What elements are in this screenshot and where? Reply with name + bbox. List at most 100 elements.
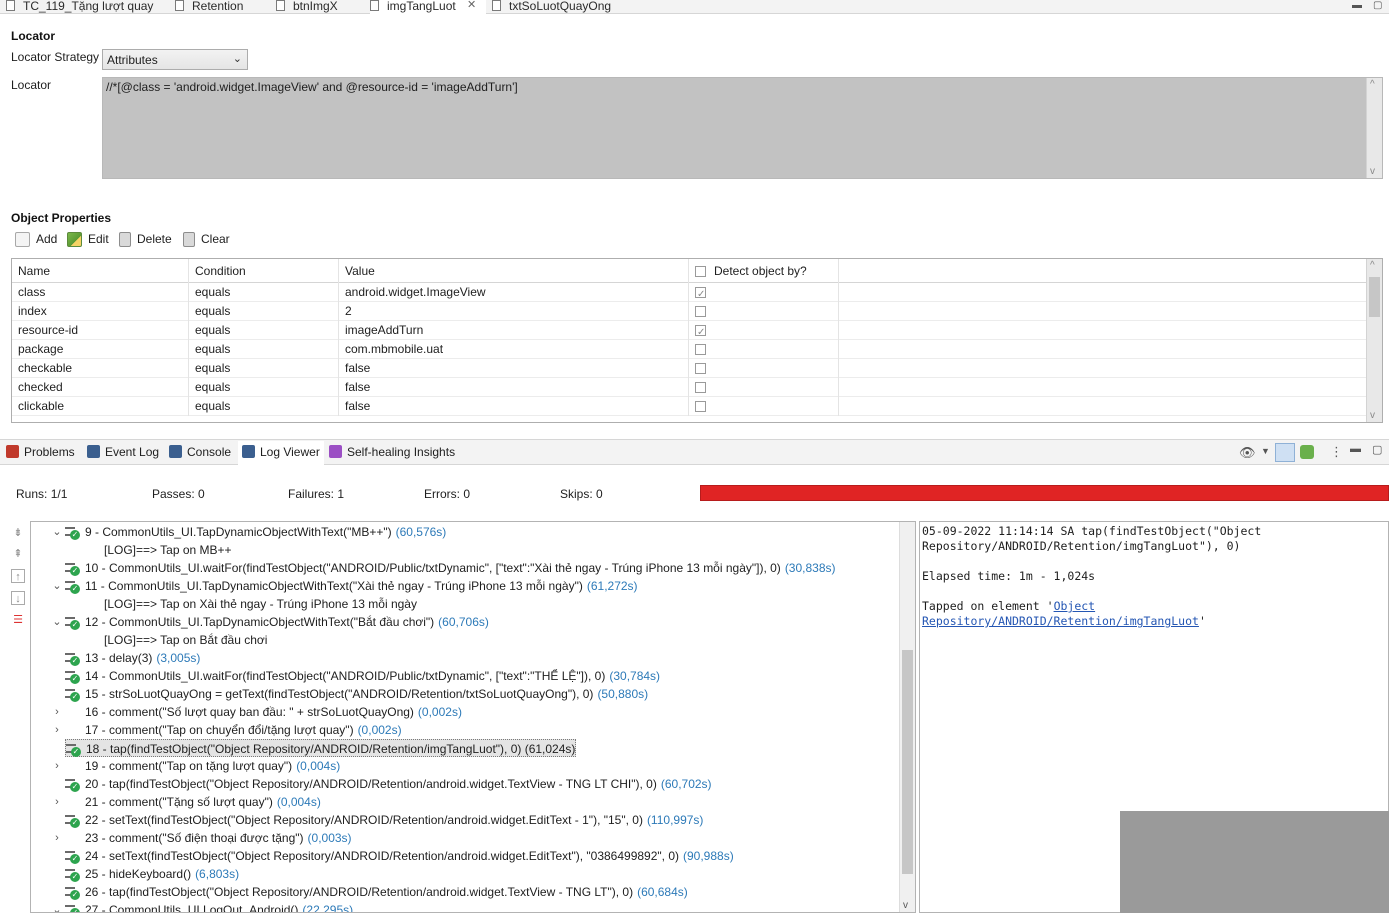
cell-condition[interactable]: equals <box>189 378 339 397</box>
minimize-icon[interactable]: ▬ <box>1352 0 1362 11</box>
chevron-down-icon[interactable]: ⌄ <box>51 577 63 595</box>
table-row[interactable]: checked equals false <box>12 378 1366 397</box>
column-header-name[interactable]: Name <box>12 259 189 283</box>
editor-tab[interactable]: btnImgX <box>276 0 356 14</box>
log-row[interactable]: › 17 - comment("Tap on chuyển đổi/tặng lư… <box>55 721 401 739</box>
log-row[interactable]: › 16 - comment("Số lượt quay ban đầu: " +… <box>55 703 462 721</box>
cell-value[interactable]: 2 <box>339 302 689 321</box>
scroll-up-icon[interactable]: ^ <box>1370 79 1375 90</box>
cell-condition[interactable]: equals <box>189 359 339 378</box>
column-header-condition[interactable]: Condition <box>189 259 339 283</box>
column-header-value[interactable]: Value <box>339 259 689 283</box>
add-button[interactable]: Add <box>15 232 57 250</box>
scroll-thumb[interactable] <box>1369 277 1380 317</box>
locator-strategy-select[interactable]: Attributes ⌄ <box>102 49 248 70</box>
log-row[interactable]: ⌄ ✓ 11 - CommonUtils_UI.TapDynamicObjectWi… <box>52 577 638 595</box>
delete-button[interactable]: Delete <box>119 232 172 250</box>
log-row[interactable]: ✓ 14 - CommonUtils_UI.waitFor(findTestObj… <box>65 667 660 685</box>
chevron-down-icon[interactable]: ⌄ <box>51 523 63 541</box>
log-tree-scrollbar[interactable]: v <box>899 522 915 912</box>
table-row[interactable]: class equals android.widget.ImageView <box>12 283 1366 304</box>
tree-view-icon[interactable] <box>1275 443 1295 462</box>
scroll-down-icon[interactable]: v <box>1370 410 1375 421</box>
editor-tab-active[interactable]: imgTangLuot ✕ <box>370 0 486 14</box>
expand-all-icon[interactable]: ⇞ <box>11 547 25 561</box>
cell-name[interactable]: checked <box>12 378 189 397</box>
chevron-right-icon[interactable]: › <box>51 721 63 739</box>
scroll-down-icon[interactable]: v <box>1370 166 1375 177</box>
editor-tab[interactable]: TC_119_Tặng lượt quay <box>6 0 166 14</box>
detect-checkbox[interactable] <box>695 363 706 375</box>
chevron-right-icon[interactable]: › <box>51 703 63 721</box>
cell-name[interactable]: clickable <box>12 397 189 416</box>
log-row[interactable]: ✓ 26 - tap(findTestObject("Object Reposit… <box>65 883 688 901</box>
cell-value[interactable]: false <box>339 397 689 416</box>
cell-value[interactable]: false <box>339 378 689 397</box>
cell-value[interactable]: false <box>339 359 689 378</box>
locator-textarea[interactable]: //*[@class = 'android.widget.ImageView' … <box>102 77 1383 179</box>
tab-problems[interactable]: Problems <box>6 445 75 459</box>
clear-button[interactable]: Clear <box>183 232 230 250</box>
cell-name[interactable]: class <box>12 283 189 302</box>
log-row[interactable]: ✓ 22 - setText(findTestObject("Object Rep… <box>65 811 703 829</box>
maximize-icon[interactable]: ▢ <box>1373 0 1382 11</box>
log-row[interactable]: › 23 - comment("Số điện thoại được tặng")… <box>55 829 351 847</box>
column-header-detect[interactable]: Detect object by? <box>689 259 839 283</box>
table-row[interactable]: checkable equals false <box>12 359 1366 378</box>
cell-condition[interactable]: equals <box>189 321 339 340</box>
log-row[interactable]: › 19 - comment("Tap on tặng lượt quay") (0… <box>55 757 340 775</box>
cell-name[interactable]: package <box>12 340 189 359</box>
table-scrollbar[interactable]: ^ v <box>1366 259 1382 422</box>
cell-value[interactable]: imageAddTurn <box>339 321 689 340</box>
cell-value[interactable]: android.widget.ImageView <box>339 283 689 302</box>
object-link[interactable]: Object <box>1054 599 1096 613</box>
log-row[interactable]: ✓ 24 - setText(findTestObject("Object Rep… <box>65 847 734 865</box>
table-row[interactable]: index equals 2 <box>12 302 1366 321</box>
log-row[interactable]: ✓ 25 - hideKeyboard() (6,803s) <box>65 865 239 883</box>
scroll-up-icon[interactable]: ^ <box>1370 260 1375 271</box>
table-row[interactable]: clickable equals false <box>12 397 1366 416</box>
maximize-icon[interactable]: ▢ <box>1372 443 1382 456</box>
log-row[interactable]: ⌄ ✓ 9 - CommonUtils_UI.TapDynamicObjectWit… <box>52 523 446 541</box>
select-all-checkbox[interactable] <box>695 266 706 278</box>
detect-checkbox[interactable] <box>695 382 706 394</box>
log-row[interactable]: ✓ 15 - strSoLuotQuayOng = getText(findTes… <box>65 685 648 703</box>
cell-condition[interactable]: equals <box>189 340 339 359</box>
log-row[interactable]: [LOG]==> Tap on MB++ <box>104 541 232 559</box>
chevron-right-icon[interactable]: › <box>51 793 63 811</box>
close-icon[interactable]: ✕ <box>467 0 476 11</box>
chevron-down-icon[interactable]: ▼ <box>1261 446 1270 456</box>
cell-condition[interactable]: equals <box>189 397 339 416</box>
editor-tab[interactable]: Retention <box>175 0 265 14</box>
cell-name[interactable]: resource-id <box>12 321 189 340</box>
next-icon[interactable]: ↓ <box>11 591 25 605</box>
log-row[interactable]: › 21 - comment("Tặng số lượt quay") (0,004… <box>55 793 321 811</box>
log-row[interactable]: ⌄ ✓ 27 - CommonUtils_UI.LogOut_Android() (2… <box>52 901 353 912</box>
collapse-all-icon[interactable]: ⇟ <box>11 526 25 540</box>
cell-condition[interactable]: equals <box>189 302 339 321</box>
object-link[interactable]: Repository/ANDROID/Retention/imgTangLuot <box>922 614 1199 628</box>
log-row[interactable]: ⌄ ✓ 12 - CommonUtils_UI.TapDynamicObjectWi… <box>52 613 489 631</box>
table-row[interactable]: package equals com.mbmobile.uat <box>12 340 1366 359</box>
cell-name[interactable]: checkable <box>12 359 189 378</box>
table-row[interactable]: resource-id equals imageAddTurn <box>12 321 1366 342</box>
log-row[interactable]: ✓ 20 - tap(findTestObject("Object Reposit… <box>65 775 712 793</box>
chevron-down-icon[interactable]: ⌄ <box>51 613 63 631</box>
log-row[interactable]: ✓ 13 - delay(3) (3,005s) <box>65 649 200 667</box>
chevron-right-icon[interactable]: › <box>51 757 63 775</box>
tab-console[interactable]: Console <box>169 445 231 459</box>
eye-icon[interactable]: 👁 <box>1239 445 1256 461</box>
log-row[interactable]: ✓ 10 - CommonUtils_UI.waitFor(findTestObj… <box>65 559 836 577</box>
show-failures-icon[interactable]: ☰ <box>11 613 25 627</box>
log-row[interactable]: [LOG]==> Tap on Bắt đầu chơi <box>104 631 267 649</box>
more-options-icon[interactable]: ⋮ <box>1330 444 1343 460</box>
cell-value[interactable]: com.mbmobile.uat <box>339 340 689 359</box>
editor-tab[interactable]: txtSoLuotQuayOng <box>492 0 632 14</box>
detect-checkbox[interactable] <box>695 306 706 318</box>
detect-checkbox[interactable] <box>695 285 706 304</box>
cell-name[interactable]: index <box>12 302 189 321</box>
detect-checkbox[interactable] <box>695 401 706 413</box>
cell-condition[interactable]: equals <box>189 283 339 302</box>
lock-icon[interactable] <box>1300 445 1314 459</box>
tab-event-log[interactable]: Event Log <box>87 445 159 459</box>
